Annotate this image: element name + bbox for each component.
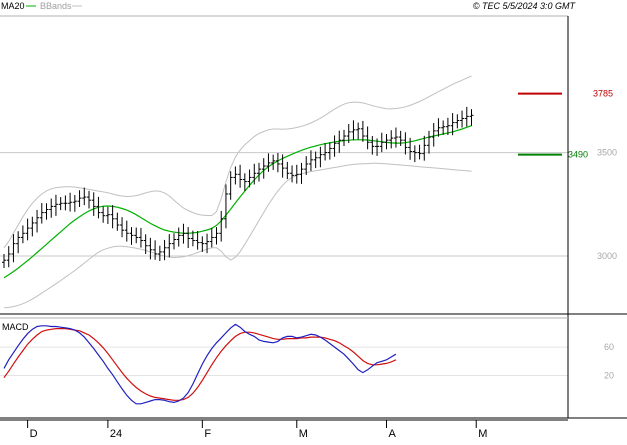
macd-title: MACD xyxy=(2,322,29,332)
stock-chart: 3785 3490 3000 3500 20 60 D 24 F M A M MA20 BBands… xyxy=(0,1,627,440)
x-tick-label-5: M xyxy=(478,428,487,440)
legend-bbands: BBands xyxy=(40,1,72,11)
x-tick-label-3: M xyxy=(299,428,308,440)
copyright-label: © TEC 5/5/2024 3:0 GMT xyxy=(473,1,577,11)
macd-tick-label-20: 20 xyxy=(604,370,614,380)
legend-ma20: MA20 xyxy=(1,1,25,11)
x-tick-label-4: A xyxy=(389,428,397,440)
price-tick-label-3500: 3500 xyxy=(597,148,617,158)
x-tick-label-1: 24 xyxy=(110,428,122,440)
macd-tick-label-60: 60 xyxy=(604,342,614,352)
x-tick-label-2: F xyxy=(204,428,211,440)
resistance-level-label: 3785 xyxy=(593,89,613,99)
price-panel-frame xyxy=(0,16,568,314)
support-level-label: 3490 xyxy=(568,150,588,160)
x-tick-label-0: D xyxy=(30,428,38,440)
chart-stage: 3785 3490 3000 3500 20 60 D 24 F M A M MA20 BBands… xyxy=(0,0,627,440)
price-tick-label-3000: 3000 xyxy=(597,251,617,261)
